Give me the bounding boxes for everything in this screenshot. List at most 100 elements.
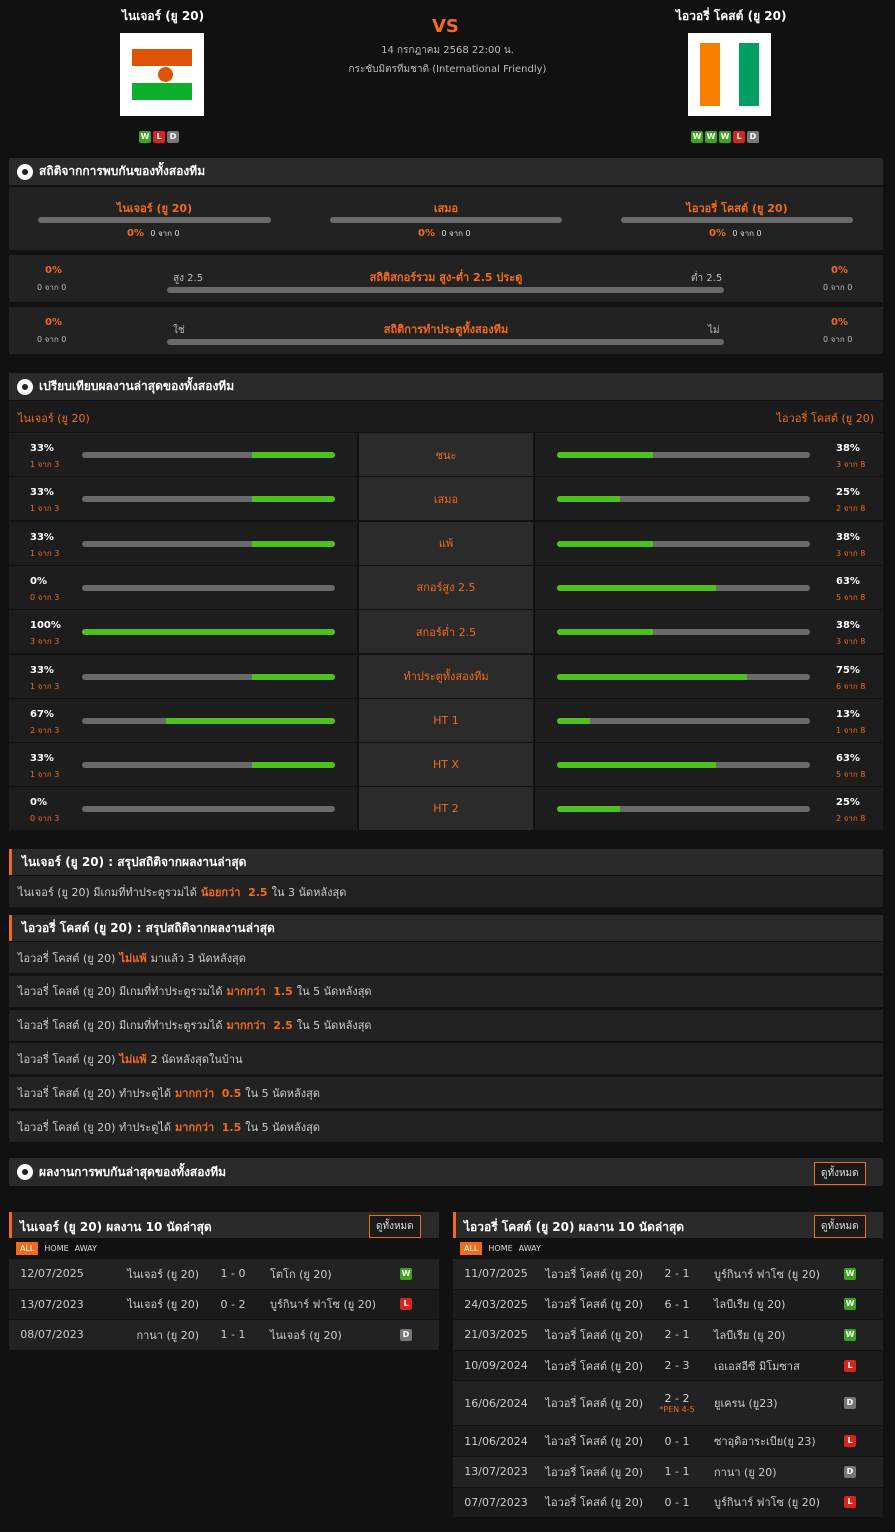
compare-row: 0% 0 จาก 3 สกอร์สูง 2.5 63% 5 จาก 8 (9, 565, 883, 609)
compare-home-side: 33% 1 จาก 3 (9, 654, 357, 698)
match-home-team[interactable]: ไนเจอร์ (ยู 20) (101, 1295, 199, 1313)
recent-section-header: ผลงานการพบกันล่าสุดของทั้งสองทีม (9, 1158, 883, 1186)
compare-label: เสมอ (359, 477, 533, 521)
compare-home-side: 33% 1 จาก 3 (9, 743, 357, 787)
football-icon (17, 1164, 33, 1180)
compare-away-side: 38% 3 จาก 8 (535, 521, 883, 565)
ou-left-pct: 0% (45, 265, 62, 276)
match-row[interactable]: 07/07/2023 ไอวอรี่ โคสต์ (ยู 20) 0 - 1 บูร์… (453, 1487, 883, 1518)
match-row[interactable]: 16/06/2024 ไอวอรี่ โคสต์ (ยู 20) 2 - 2 *PEN… (453, 1381, 883, 1426)
compare-away-side: 25% 2 จาก 8 (535, 477, 883, 521)
summary-row: ไอวอรี่ โคสต์ (ยู 20) มีเกมที่ทำประตูรวม… (9, 1009, 883, 1041)
form-badge: L (153, 131, 165, 143)
match-away-team[interactable]: บูร์กินาร์ ฟาโซ (ยู 20) (714, 1493, 844, 1511)
away-pct: 63% (836, 753, 860, 765)
tab-away[interactable]: AWAY (75, 1244, 97, 1253)
match-row[interactable]: 08/07/2023 กานา (ยู 20) 1 - 1 ไนเจอร์ (ยู 2… (9, 1320, 439, 1350)
h2h-away-value: 0% 0 จาก 0 (709, 228, 762, 239)
away-bar (557, 717, 810, 724)
home-bar-fill (251, 673, 335, 680)
home-count: 3 จาก 3 (30, 637, 60, 647)
tab-away[interactable]: AWAY (519, 1244, 541, 1253)
compare-label: ทำประตูทั้งสองทีม (359, 654, 533, 698)
match-row[interactable]: 11/06/2024 ไอวอรี่ โคสต์ (ยู 20) 0 - 1 ซาอุ… (453, 1426, 883, 1456)
match-home-team[interactable]: ไอวอรี่ โคสต์ (ยู 20) (545, 1295, 643, 1313)
home-count: 1 จาก 3 (30, 770, 60, 780)
match-away-team[interactable]: เอเอสอีซี มิโมซาส (714, 1357, 844, 1375)
compare-away-side: 63% 5 จาก 8 (535, 565, 883, 609)
summary-row: ไนเจอร์ (ยู 20) มีเกมที่ทำประตูรวมได้ น้อ… (9, 876, 883, 907)
match-row[interactable]: 11/07/2025 ไอวอรี่ โคสต์ (ยู 20) 2 - 1 บูร์… (453, 1259, 883, 1289)
match-score-cell: 1 - 1 (649, 1465, 705, 1478)
match-row[interactable]: 10/09/2024 ไอวอรี่ โคสต์ (ยู 20) 2 - 3 เอเอ… (453, 1350, 883, 1381)
tab-all[interactable]: ALL (16, 1242, 39, 1255)
match-away-team[interactable]: กานา (ยู 20) (714, 1463, 844, 1481)
match-home-team[interactable]: ไอวอรี่ โคสต์ (ยู 20) (545, 1394, 643, 1412)
btts-left-pct: 0% (45, 317, 62, 328)
match-home-team[interactable]: ไอวอรี่ โคสต์ (ยู 20) (545, 1357, 643, 1375)
away-view-all-button[interactable]: ดูทั้งหมด (814, 1215, 866, 1238)
match-date: 10/09/2024 (464, 1359, 528, 1373)
tab-home[interactable]: HOME (44, 1244, 68, 1253)
away-bar-fill (557, 673, 747, 680)
match-row[interactable]: 12/07/2025 ไนเจอร์ (ยู 20) 1 - 0 โตโก (ยู 2… (9, 1259, 439, 1289)
away-count: 2 จาก 8 (836, 814, 866, 824)
match-home-team[interactable]: ไอวอรี่ โคสต์ (ยู 20) (545, 1432, 643, 1450)
home-team-name[interactable]: ไนเจอร์ (ยู 20) (122, 7, 204, 26)
match-away-team[interactable]: ยูเครน (ยู23) (714, 1394, 844, 1412)
match-date: 13/07/2023 (464, 1465, 528, 1479)
match-home-team[interactable]: ไอวอรี่ โคสต์ (ยู 20) (545, 1326, 643, 1344)
match-score-cell: 1 - 1 (205, 1328, 261, 1341)
h2h-home-label: ไนเจอร์ (ยู 20) (116, 202, 193, 215)
match-row[interactable]: 13/07/2023 ไอวอรี่ โคสต์ (ยู 20) 1 - 1 กานา… (453, 1457, 883, 1487)
btts-right-of: 0 จาก 0 (823, 335, 853, 344)
compare-label: HT 2 (359, 787, 533, 831)
summary-row: ไอวอรี่ โคสต์ (ยู 20) ทำประตูได้ มากกว่า … (9, 1077, 883, 1109)
match-home-team[interactable]: ไอวอรี่ โคสต์ (ยู 20) (545, 1493, 643, 1511)
away-pct: 63% (836, 575, 860, 587)
match-score-cell: 2 - 1 (649, 1267, 705, 1280)
summary-highlight: มากกว่า 0.5 (175, 1086, 242, 1100)
home-pct: 0% (30, 797, 47, 809)
match-away-team[interactable]: ไนเจอร์ (ยู 20) (270, 1326, 400, 1344)
away-team-name[interactable]: ไอวอรี่ โคสต์ (ยู 20) (676, 7, 786, 26)
view-all-button[interactable]: ดูทั้งหมด (814, 1162, 866, 1185)
match-away-team[interactable]: ไลบีเรีย (ยู 20) (714, 1295, 844, 1313)
summary-home-title: ไนเจอร์ (ยู 20) : สรุปสถิติจากผลงานล่าสุ… (9, 849, 883, 875)
home-bar (82, 806, 335, 813)
match-row[interactable]: 21/03/2025 ไอวอรี่ โคสต์ (ยู 20) 2 - 1 ไลบี… (453, 1320, 883, 1350)
home-pct: 0% (30, 575, 47, 587)
match-home-team[interactable]: ไอวอรี่ โคสต์ (ยู 20) (545, 1265, 643, 1283)
tab-home[interactable]: HOME (488, 1244, 512, 1253)
away-form-badges: WWWLD (690, 129, 760, 143)
h2h-draw-bar (330, 217, 562, 223)
home-count: 0 จาก 3 (30, 592, 60, 602)
away-recent-title: ไอวอรี่ โคสต์ (ยู 20) ผลงาน 10 นัดล่าสุด (464, 1220, 685, 1234)
match-score-cell: 2 - 3 (649, 1359, 705, 1372)
match-away-team[interactable]: บูร์กินาร์ ฟาโซ (ยู 20) (270, 1295, 400, 1313)
match-away-team[interactable]: โตโก (ยู 20) (270, 1265, 400, 1283)
match-home-team[interactable]: กานา (ยู 20) (101, 1326, 199, 1344)
result-badge: W (400, 1267, 412, 1280)
ou-right-of: 0 จาก 0 (823, 283, 853, 292)
match-row[interactable]: 13/07/2023 ไนเจอร์ (ยู 20) 0 - 2 บูร์กินาร์… (9, 1289, 439, 1320)
home-count: 1 จาก 3 (30, 681, 60, 691)
match-away-team[interactable]: ซาอุดิอาระเบีย(ยู 23) (714, 1432, 844, 1450)
match-away-team[interactable]: บูร์กินาร์ ฟาโซ (ยู 20) (714, 1265, 844, 1283)
niger-flag (120, 33, 204, 116)
summary-text: ไอวอรี่ โคสต์ (ยู 20) (18, 1052, 116, 1066)
home-view-all-button[interactable]: ดูทั้งหมด (369, 1215, 421, 1238)
btts-right-pct: 0% (831, 317, 848, 328)
ou-right-label: ต่ำ 2.5 (691, 273, 723, 284)
tab-all[interactable]: ALL (460, 1242, 483, 1255)
compare-home-side: 33% 1 จาก 3 (9, 521, 357, 565)
summary-highlight: ไม่แพ้ (119, 951, 147, 965)
match-home-team[interactable]: ไนเจอร์ (ยู 20) (101, 1265, 199, 1283)
match-score: 1 - 1 (664, 1465, 690, 1479)
home-bar (82, 452, 335, 458)
home-filter-tabs: ALL HOME AWAY (16, 1242, 97, 1255)
match-row[interactable]: 24/03/2025 ไอวอรี่ โคสต์ (ยู 20) 6 - 1 ไลบี… (453, 1289, 883, 1320)
match-home-team[interactable]: ไอวอรี่ โคสต์ (ยู 20) (545, 1463, 643, 1481)
btts-panel: 0% 0 จาก 0 ใช่ สถิติการทำประตูทั้งสองทีม… (9, 307, 883, 354)
match-away-team[interactable]: ไลบีเรีย (ยู 20) (714, 1326, 844, 1344)
